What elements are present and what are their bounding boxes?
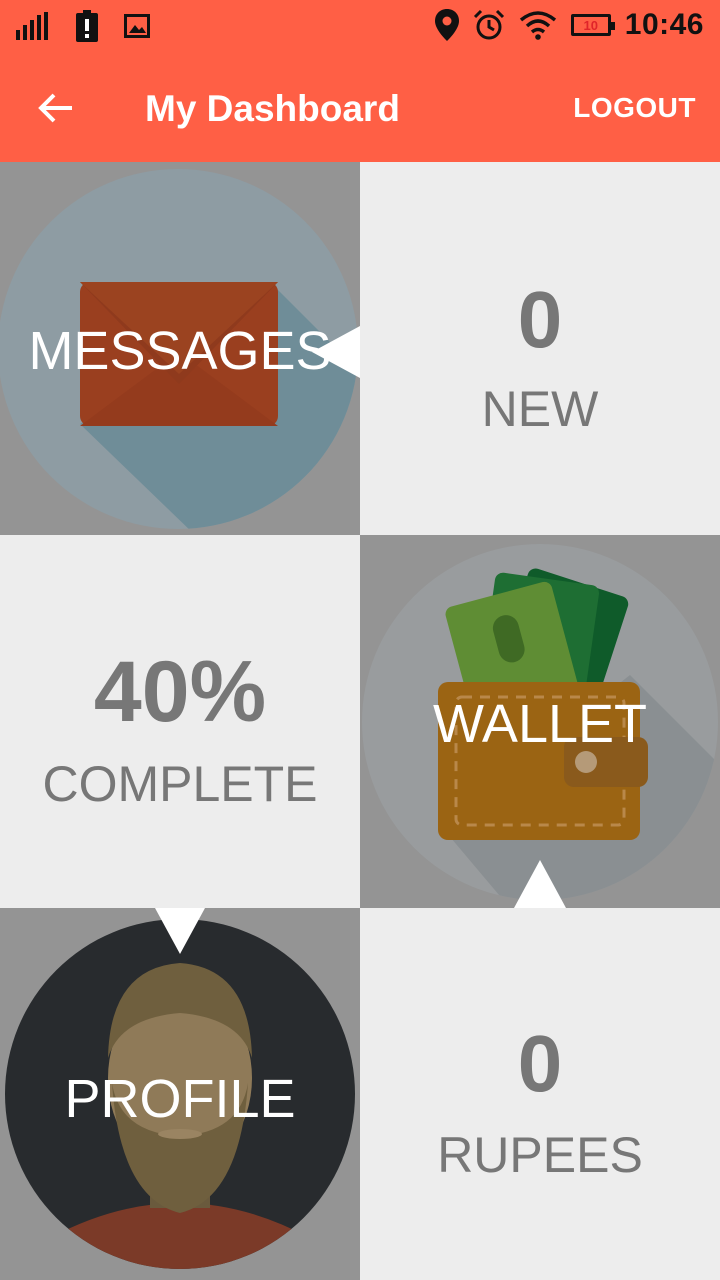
messages-tile[interactable]: MESSAGES [0,162,360,535]
wifi-icon [519,11,556,40]
battery-alert-icon [76,10,98,42]
messages-count-caption: NEW [481,381,599,437]
profile-label: PROFILE [64,1069,296,1129]
wallet-tile[interactable]: WALLET [360,535,720,908]
wallet-amount-tile: 0 RUPEES [360,908,720,1280]
profile-progress-value: 40% [93,644,267,740]
wallet-amount-caption: RUPEES [437,1127,643,1183]
page-title: My Dashboard [145,88,400,129]
arrow-back-icon [38,93,72,123]
profile-pointer [155,908,205,954]
location-icon [434,9,459,41]
messages-label: MESSAGES [28,321,332,381]
status-time: 10:46 [624,8,704,41]
profile-tile[interactable]: PROFILE [0,908,360,1280]
app-bar: My Dashboard LOGOUT [0,52,720,162]
battery-icon: 10 [570,14,615,36]
status-bar: 10 10:46 [0,0,720,52]
image-icon [124,14,150,38]
wallet-amount: 0 [517,1019,563,1108]
signal-icon [16,12,48,40]
logout-button[interactable]: LOGOUT [573,92,696,124]
profile-progress-caption: COMPLETE [42,756,318,812]
profile-progress-tile: 40% COMPLETE [0,535,360,908]
messages-count-tile: 0 NEW [360,162,720,535]
wallet-pointer [514,860,566,908]
wallet-label: WALLET [432,694,648,754]
messages-count: 0 [517,275,563,364]
alarm-icon [473,9,504,40]
back-button[interactable] [30,82,82,134]
messages-pointer [312,326,360,378]
battery-level: 10 [583,17,598,33]
